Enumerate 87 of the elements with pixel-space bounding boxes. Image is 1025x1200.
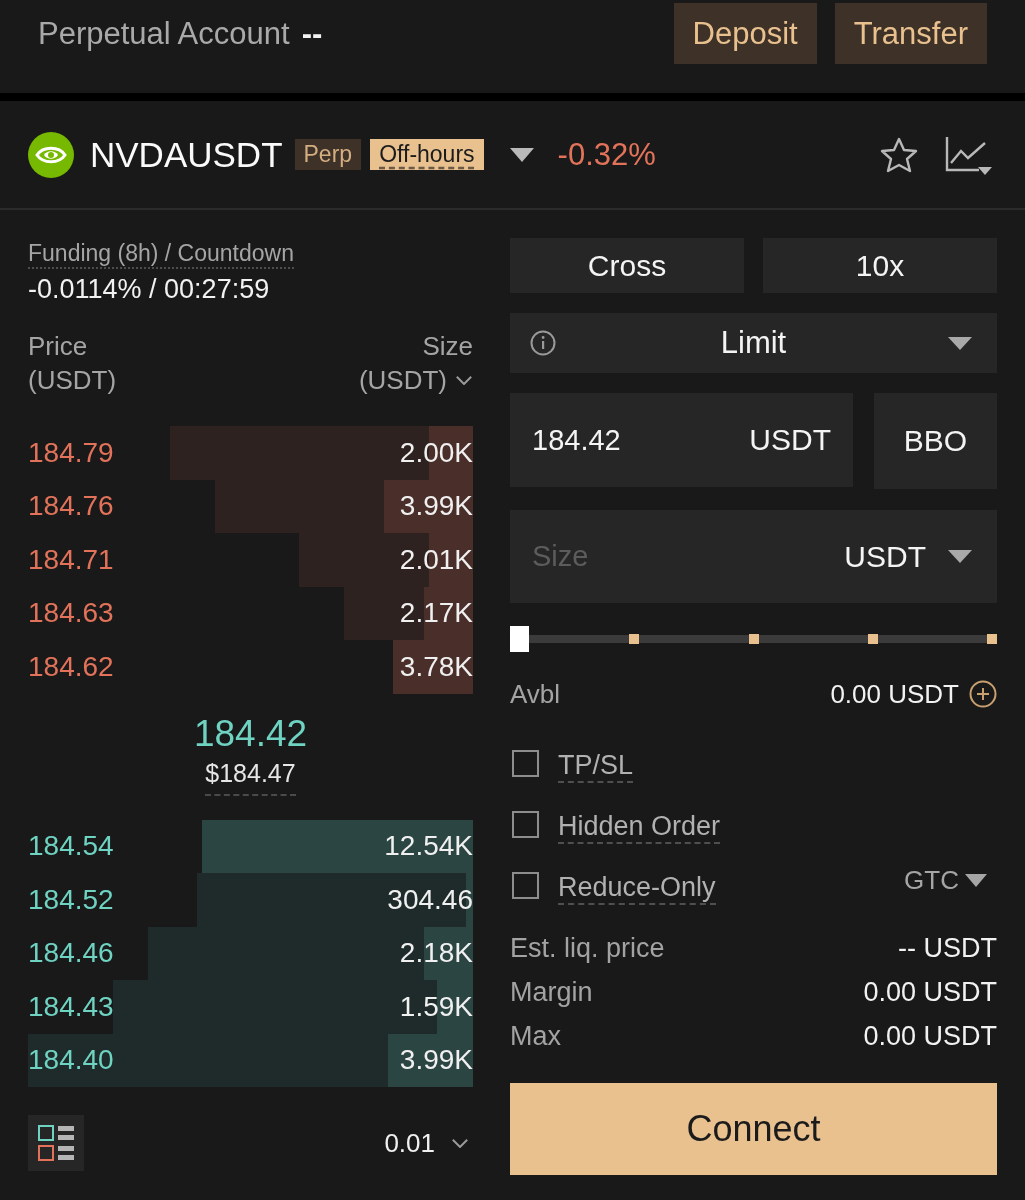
- order-price: 184.63: [28, 597, 114, 630]
- chevron-down-icon: [455, 374, 473, 386]
- last-price: 184.42: [193, 713, 308, 754]
- order-book-row[interactable]: 184.54 12.54K: [28, 819, 473, 873]
- dropdown-caret-icon: [948, 336, 972, 350]
- tick-size-dropdown[interactable]: 0.01: [384, 1127, 473, 1159]
- order-book-row[interactable]: 184.52 304.46: [28, 873, 473, 927]
- order-book-row[interactable]: 184.40 3.99K: [28, 1033, 473, 1087]
- dropdown-caret-icon: [965, 874, 987, 887]
- order-price: 184.54: [28, 830, 114, 863]
- order-price: 184.40: [28, 1044, 114, 1077]
- star-icon[interactable]: [880, 136, 918, 173]
- order-price: 184.52: [28, 883, 114, 916]
- order-price: 184.71: [28, 543, 114, 576]
- column-label: Price: [28, 330, 88, 363]
- funding-label: Funding (8h) / Countdown: [28, 241, 294, 269]
- step-marker-icon: [987, 634, 997, 644]
- detail-label: Est. liq. price: [510, 932, 665, 964]
- order-book-row[interactable]: 184.46 2.18K: [28, 926, 473, 980]
- step-marker-icon: [867, 634, 878, 644]
- checkbox[interactable]: [512, 750, 539, 777]
- price-unit: USDT: [749, 423, 831, 457]
- order-book-row[interactable]: 184.79 2.00K: [28, 426, 473, 480]
- option-label: Reduce-Only: [558, 866, 716, 905]
- order-book-row[interactable]: 184.63 2.17K: [28, 586, 473, 640]
- slider-thumb[interactable]: [510, 626, 529, 652]
- order-size: 2.18K: [399, 937, 473, 970]
- account-value: --: [301, 15, 323, 53]
- book-layout-button[interactable]: [28, 1115, 84, 1171]
- line-chart-icon[interactable]: [945, 134, 992, 175]
- order-size: 12.54K: [384, 830, 473, 863]
- market-tag: Perp: [294, 139, 362, 170]
- unit-dropdown[interactable]: (USDT): [358, 363, 473, 397]
- plus-circle-icon[interactable]: [969, 680, 997, 708]
- detail-label: Margin: [510, 976, 593, 1008]
- size-unit-dropdown[interactable]: USDT: [844, 539, 972, 574]
- order-book-row[interactable]: 184.76 3.99K: [28, 479, 473, 533]
- chevron-down-icon: [451, 1137, 469, 1149]
- order-size: 3.99K: [399, 1044, 473, 1077]
- order-price: 184.76: [28, 490, 114, 523]
- detail-value: 0.00 USDT: [863, 1020, 997, 1052]
- order-type-dropdown[interactable]: Limit: [510, 313, 997, 373]
- available-value: 0.00 USDT: [830, 678, 959, 710]
- option-label: TP/SL: [558, 744, 634, 783]
- detail-value: -- USDT: [898, 932, 997, 964]
- ticker-symbol: NVDAUSDT: [90, 134, 283, 175]
- bbo-button[interactable]: BBO: [874, 393, 997, 489]
- order-price: 184.62: [28, 650, 114, 683]
- checkbox[interactable]: [512, 811, 539, 838]
- order-price: 184.43: [28, 990, 114, 1023]
- order-size: 1.59K: [399, 990, 473, 1023]
- column-unit: (USDT): [28, 364, 117, 397]
- order-size: 2.01K: [399, 543, 473, 576]
- time-in-force-dropdown[interactable]: GTC: [904, 865, 997, 906]
- mark-price: $184.47: [205, 757, 296, 796]
- margin-mode-button[interactable]: Cross: [510, 238, 744, 293]
- market-tag: Off-hours: [370, 139, 484, 170]
- connect-button[interactable]: Connect: [510, 1083, 997, 1175]
- account-action-button[interactable]: Transfer: [834, 3, 987, 64]
- step-marker-icon: [748, 634, 759, 644]
- detail-label: Max: [510, 1020, 561, 1052]
- checkbox[interactable]: [512, 872, 539, 899]
- order-book-row[interactable]: 184.62 3.78K: [28, 640, 473, 694]
- order-size: 3.78K: [399, 650, 473, 683]
- order-size: 3.99K: [399, 490, 473, 523]
- order-book-row[interactable]: 184.43 1.59K: [28, 980, 473, 1034]
- column-label: Size: [422, 330, 473, 363]
- order-size: 2.17K: [399, 597, 473, 630]
- eye-logo-icon: [28, 131, 74, 178]
- info-icon: [530, 330, 556, 356]
- account-label: Perpetual Account: [38, 15, 290, 53]
- order-size: 2.00K: [399, 436, 473, 469]
- step-marker-icon: [629, 634, 640, 644]
- order-size: 304.46: [387, 883, 473, 916]
- price-change: -0.32%: [557, 136, 656, 173]
- order-price: 184.46: [28, 937, 114, 970]
- detail-value: 0.00 USDT: [863, 976, 997, 1008]
- funding-value: -0.0114% / 00:27:59: [28, 274, 270, 304]
- option-label: Hidden Order: [558, 805, 721, 844]
- dropdown-caret-icon: [948, 550, 972, 563]
- dropdown-caret-icon: [509, 147, 534, 162]
- available-label: Avbl: [510, 678, 561, 710]
- book-layout-icon: [38, 1125, 74, 1161]
- leverage-button[interactable]: 10x: [763, 238, 997, 293]
- order-book-row[interactable]: 184.71 2.01K: [28, 533, 473, 587]
- order-price: 184.79: [28, 436, 114, 469]
- account-action-button[interactable]: Deposit: [673, 3, 817, 64]
